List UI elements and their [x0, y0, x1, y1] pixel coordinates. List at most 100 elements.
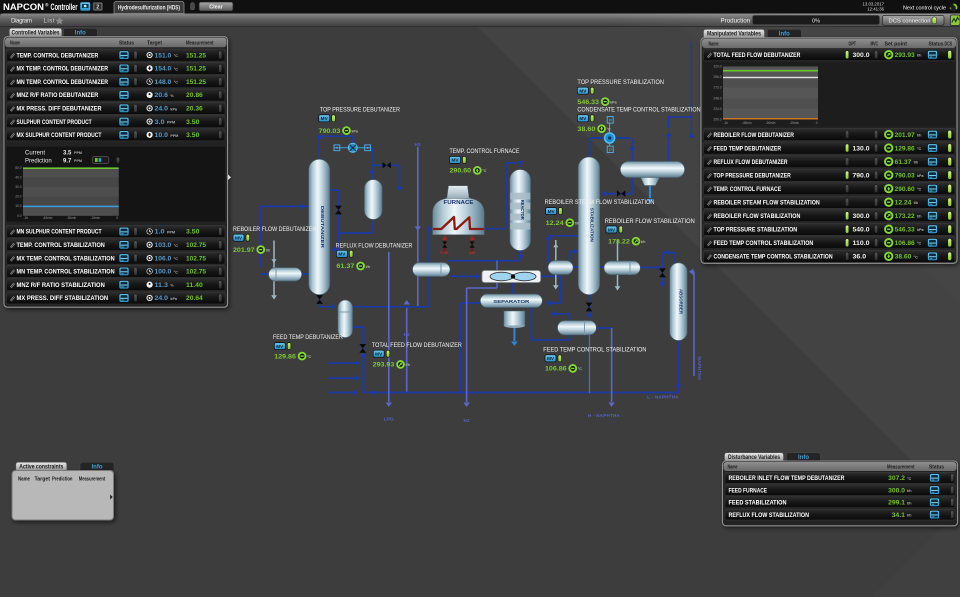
svg-text:129.86: 129.86	[895, 145, 915, 152]
svg-text:°C: °C	[174, 257, 178, 261]
svg-text:36.0: 36.0	[853, 254, 867, 261]
svg-text:FEED FURNACE: FEED FURNACE	[729, 487, 768, 494]
svg-text:PPM: PPM	[74, 151, 82, 155]
svg-text:290.60: 290.60	[895, 186, 915, 193]
svg-text:FEED TEMP DEBUTANIZER: FEED TEMP DEBUTANIZER	[273, 334, 343, 341]
svg-text:Measurement: Measurement	[887, 465, 915, 471]
svg-text:20.86: 20.86	[186, 92, 203, 99]
svg-text:20.64: 20.64	[186, 295, 203, 302]
svg-text:Measurement: Measurement	[79, 476, 106, 482]
svg-text:102.75: 102.75	[186, 255, 206, 262]
svg-text:REFLUX FLOW DEBUTANIZER: REFLUX FLOW DEBUTANIZER	[714, 159, 788, 166]
svg-text:-15min: -15min	[789, 121, 799, 125]
svg-text:DCS: DCS	[945, 41, 953, 47]
svg-text:299.1: 299.1	[888, 499, 905, 506]
svg-text:200.0: 200.0	[714, 117, 722, 121]
svg-text:-15min: -15min	[90, 216, 100, 220]
svg-text:100.0: 100.0	[155, 269, 172, 276]
svg-text:ABSORBER: ABSORBER	[678, 289, 683, 315]
svg-text:10.0: 10.0	[15, 204, 21, 208]
svg-text:0: 0	[116, 216, 118, 220]
svg-text:Name: Name	[10, 40, 20, 46]
svg-text:540.0: 540.0	[853, 227, 870, 234]
svg-text:MN SULPHUR CONTENT PRODUCT: MN SULPHUR CONTENT PRODUCT	[17, 229, 102, 236]
svg-text:LPG: LPG	[384, 417, 394, 422]
svg-text:Prediction: Prediction	[25, 158, 52, 164]
svg-text:OPT: OPT	[849, 41, 857, 47]
svg-text:t/h: t/h	[266, 248, 270, 252]
svg-text:0.0: 0.0	[17, 214, 22, 218]
svg-text:Status: Status	[119, 40, 134, 46]
svg-text:t/h: t/h	[917, 54, 922, 58]
svg-text:-30min: -30min	[766, 121, 776, 125]
svg-text:201.97: 201.97	[233, 247, 255, 254]
svg-text:320.0: 320.0	[714, 65, 722, 69]
svg-text:AIR: AIR	[469, 251, 476, 255]
svg-text:790.03: 790.03	[895, 172, 915, 179]
svg-text:307.2: 307.2	[888, 475, 905, 482]
svg-text:102.75: 102.75	[186, 269, 206, 276]
svg-text:MV: MV	[321, 116, 329, 121]
svg-text:272.0: 272.0	[714, 86, 722, 90]
svg-text:TOTAL FEED FLOW DEBUTANIZER: TOTAL FEED FLOW DEBUTANIZER	[372, 342, 462, 349]
svg-text:3.5: 3.5	[63, 151, 72, 157]
svg-text:12.24: 12.24	[895, 200, 912, 207]
svg-text:MX TEMP. CONTROL DEBUTANIZER: MX TEMP. CONTROL DEBUTANIZER	[17, 66, 109, 73]
svg-text:MN TEMP. CONTROL STABILIZATION: MN TEMP. CONTROL STABILIZATION	[17, 269, 115, 276]
svg-text:kPa: kPa	[170, 107, 178, 111]
svg-text:24.0: 24.0	[155, 295, 169, 302]
svg-text:List: List	[44, 18, 55, 25]
svg-text:MV: MV	[375, 352, 383, 357]
svg-text:H2: H2	[415, 142, 422, 147]
svg-text:°C: °C	[917, 242, 921, 246]
svg-text:°C: °C	[174, 54, 178, 58]
svg-text:MV: MV	[235, 236, 243, 241]
svg-text:P: P	[609, 147, 612, 152]
svg-text:151.25: 151.25	[186, 66, 206, 73]
svg-text:3.50: 3.50	[186, 119, 200, 126]
svg-text:106.86: 106.86	[545, 366, 567, 373]
svg-text:296.0: 296.0	[714, 75, 722, 79]
svg-text:290.60: 290.60	[450, 168, 472, 175]
svg-text:°C: °C	[607, 128, 611, 132]
svg-text:REBOILER INLET FLOW TEMP DEBUT: REBOILER INLET FLOW TEMP DEBUTANIZER	[729, 475, 845, 482]
svg-text:°C: °C	[174, 67, 178, 71]
svg-text:546.33: 546.33	[577, 99, 599, 106]
svg-text:MV: MV	[608, 227, 616, 232]
svg-text:173.22: 173.22	[608, 238, 630, 245]
svg-text:t/h: t/h	[917, 215, 922, 219]
svg-text:Hydrodesulfurization (HDS): Hydrodesulfurization (HDS)	[118, 5, 180, 11]
svg-text:REBOILER FLOW STABILIZATION: REBOILER FLOW STABILIZATION	[714, 213, 801, 220]
svg-text:Status: Status	[929, 465, 944, 471]
svg-text:MV: MV	[579, 116, 587, 121]
svg-text:546.33: 546.33	[895, 227, 915, 234]
svg-text:kPa: kPa	[610, 100, 617, 104]
svg-text:TEMP. CONTROL STABILIZATION: TEMP. CONTROL STABILIZATION	[17, 242, 106, 249]
svg-text:TEMP. CONTROL DEBUTANIZER: TEMP. CONTROL DEBUTANIZER	[17, 52, 99, 59]
svg-text:24.0: 24.0	[155, 105, 169, 112]
svg-text:MV: MV	[338, 252, 346, 257]
svg-text:0: 0	[816, 121, 818, 125]
svg-text:TOTAL FEED FLOW DEBUTANIZER: TOTAL FEED FLOW DEBUTANIZER	[714, 52, 801, 59]
svg-text:-45min: -45min	[742, 121, 752, 125]
svg-text:t/h: t/h	[914, 201, 919, 205]
svg-text:STABILIZATION: STABILIZATION	[589, 208, 594, 243]
svg-text:CONDENSATE TEMP CONTROL STABIL: CONDENSATE TEMP CONTROL STABILIZATION	[577, 107, 701, 114]
svg-text:293.93: 293.93	[895, 52, 915, 59]
svg-text:°C: °C	[914, 255, 918, 259]
svg-text:PPM: PPM	[74, 159, 82, 163]
svg-text:MN TEMP. CONTROL DEBUTANIZER: MN TEMP. CONTROL DEBUTANIZER	[17, 79, 109, 86]
svg-text:38.60: 38.60	[895, 254, 912, 261]
svg-text:TOP PRESSURE STABILIZATION: TOP PRESSURE STABILIZATION	[714, 227, 798, 234]
svg-text:248.0: 248.0	[714, 96, 722, 100]
svg-text:MNZ R/F RATIO STABILIZATION: MNZ R/F RATIO STABILIZATION	[17, 282, 106, 289]
svg-text:H - NAPHTHA: H - NAPHTHA	[588, 413, 621, 418]
svg-text:FEED TEMP DEBUTANIZER: FEED TEMP DEBUTANIZER	[714, 145, 782, 152]
svg-text:TEMP. CONTROL FURNACE: TEMP. CONTROL FURNACE	[714, 186, 782, 193]
svg-text:MV: MV	[276, 344, 284, 349]
svg-text:3.0: 3.0	[155, 119, 166, 126]
svg-text:3.50: 3.50	[186, 229, 200, 236]
svg-text:MX SULPHUR CONTENT PRODUCT: MX SULPHUR CONTENT PRODUCT	[17, 132, 102, 139]
svg-text:L - NAPHTHA: L - NAPHTHA	[647, 394, 679, 399]
svg-text:Info: Info	[798, 455, 809, 461]
